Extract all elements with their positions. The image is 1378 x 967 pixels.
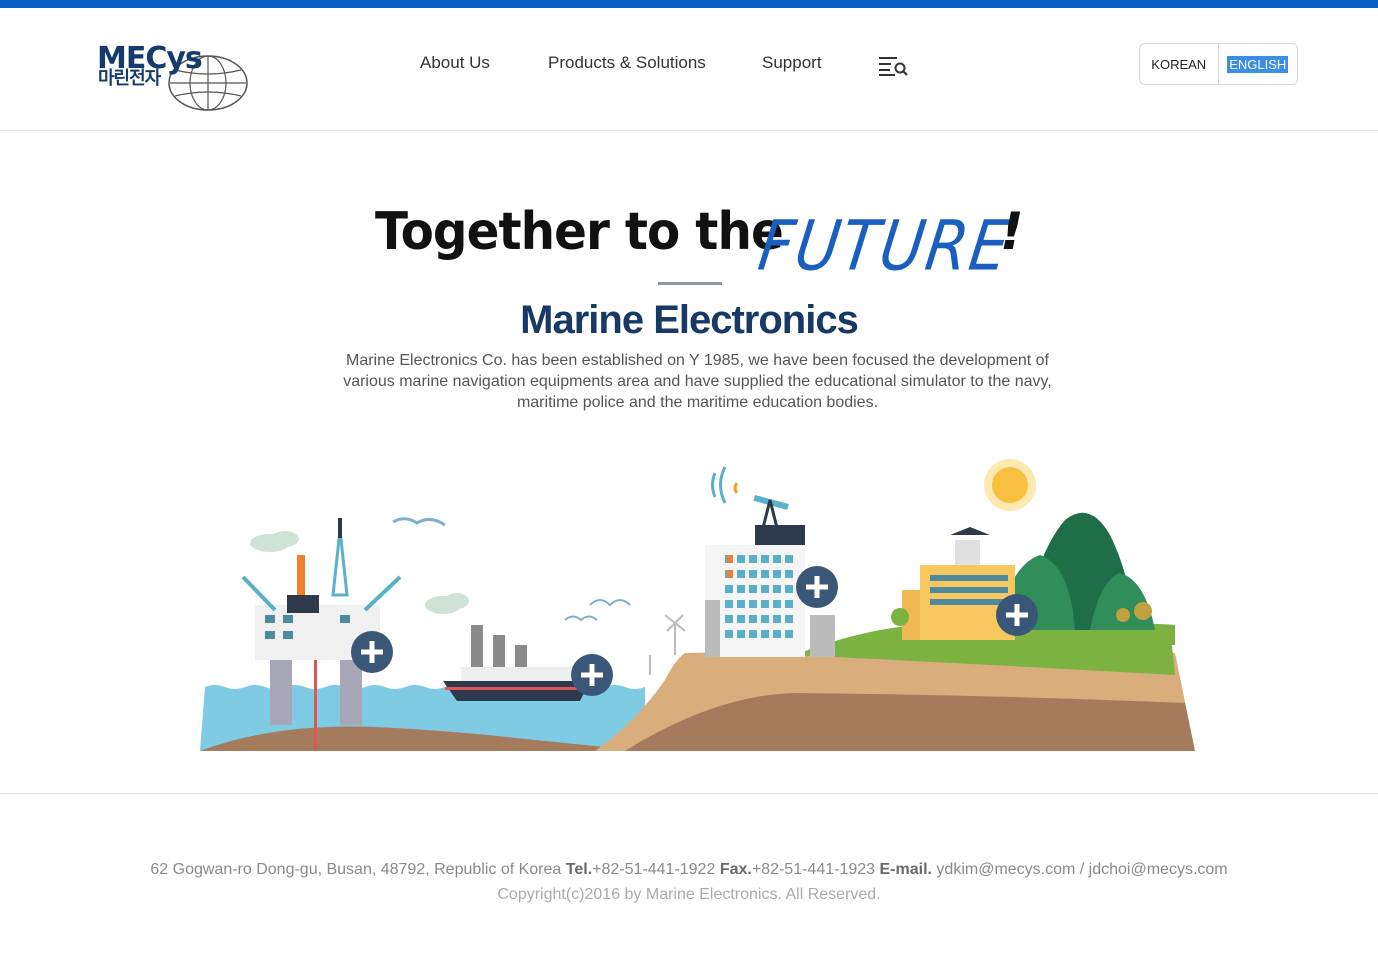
nav-support[interactable]: Support	[762, 53, 822, 73]
site-footer: 62 Gogwan-ro Dong-gu, Busan, 48792, Repu…	[0, 857, 1378, 907]
nav-about-us[interactable]: About Us	[420, 53, 490, 73]
nav-products-solutions[interactable]: Products & Solutions	[548, 53, 706, 73]
footer-contact: 62 Gogwan-ro Dong-gu, Busan, 48792, Repu…	[0, 857, 1378, 882]
footer-copyright: Copyright(c)2016 by Marine Electronics. …	[497, 886, 881, 903]
logo-korean-name: 마린전자	[98, 68, 161, 89]
company-description: Marine Electronics Co. has been establis…	[343, 352, 1052, 411]
top-accent-bar	[0, 0, 1378, 8]
site-header: MECys 마린전자 About Us Products & Solutions…	[0, 8, 1378, 131]
footer-fax-label: Fax.	[719, 861, 752, 878]
lang-korean-button[interactable]: KOREAN	[1140, 44, 1219, 84]
cargo-ship	[425, 593, 590, 701]
lang-english-button[interactable]: ENGLISH	[1219, 44, 1298, 84]
headline-exclamation: !	[1000, 202, 1024, 262]
footer-divider	[0, 793, 1378, 794]
industrial-building	[705, 466, 835, 657]
headline-together: Together to the	[375, 202, 784, 262]
marine-industry-illustration	[200, 459, 1195, 751]
footer-fax: +82-51-441-1923	[751, 861, 876, 878]
footer-address: 62 Gogwan-ro Dong-gu, Busan, 48792, Repu…	[150, 861, 562, 878]
menu-search-icon[interactable]	[879, 56, 909, 76]
headline-divider	[658, 282, 722, 285]
footer-tel: +82-51-441-1922	[592, 861, 716, 878]
footer-email[interactable]: ydkim@mecys.com / jdchoi@mecys.com	[936, 861, 1227, 878]
headline-future: FUTURE	[753, 206, 1016, 287]
headline: Together to the FUTURE !	[0, 198, 1378, 287]
lang-english-label: ENGLISH	[1227, 55, 1289, 73]
site-logo[interactable]: MECys 마린전자	[97, 44, 249, 111]
footer-tel-label: Tel.	[565, 861, 593, 878]
page-title: Marine Electronics	[520, 298, 859, 342]
language-switcher: KOREAN ENGLISH	[1139, 43, 1298, 85]
footer-email-label: E-mail.	[879, 861, 932, 878]
